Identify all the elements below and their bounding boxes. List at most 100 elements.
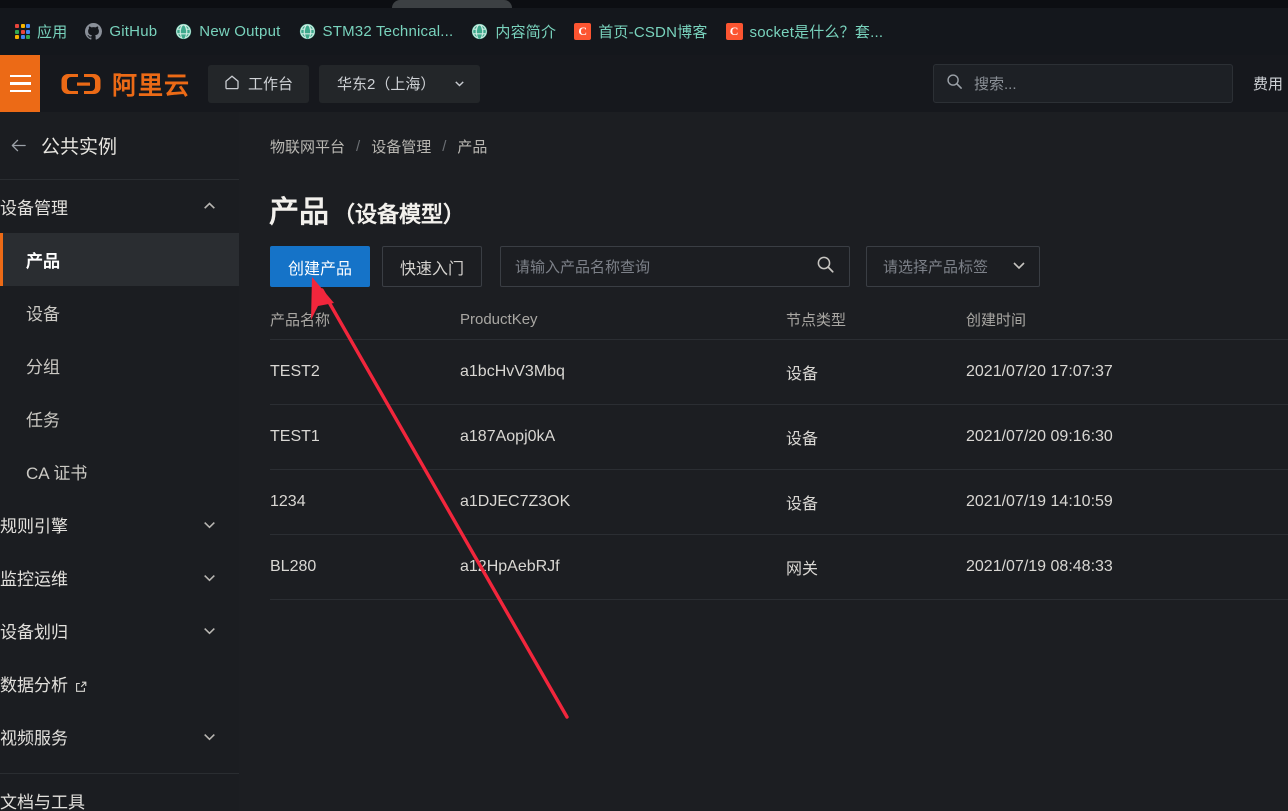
table-row[interactable]: BL280 a12HpAebRJf 网关 2021/07/19 08:48:33 [270,535,1288,600]
product-tag-placeholder: 请选择产品标签 [883,259,989,276]
cell-product-name[interactable]: 1234 [270,493,460,511]
sidebar-group-label: 文档与工具 [0,793,85,811]
cell-created-time: 2021/07/20 09:16:30 [966,428,1113,445]
sidebar-item-label: 产品 [26,252,60,271]
bookmark-content-intro[interactable]: 内容简介 [462,17,565,47]
sidebar-item-label: CA 证书 [26,464,88,483]
table-row[interactable]: TEST1 a187Aopj0kA 设备 2021/07/20 09:16:30 [270,405,1288,470]
sidebar-group-device-management[interactable]: 设备管理 [0,180,239,233]
cell-product-key: a12HpAebRJf [460,558,560,575]
sidebar-group-device-allocation[interactable]: 设备划归 [0,604,239,657]
bookmark-csdn-home[interactable]: C 首页-CSDN博客 [565,17,716,47]
sidebar-group-data-analysis[interactable]: 数据分析 [0,657,239,710]
bookmark-label: GitHub [109,23,158,40]
bookmark-apps[interactable]: 应用 [6,17,76,47]
aliyun-logo-mark [60,71,106,97]
table-row[interactable]: 1234 a1DJEC7Z3OK 设备 2021/07/19 14:10:59 [270,470,1288,535]
aliyun-logo[interactable]: 阿里云 [60,66,190,102]
workbench-label: 工作台 [248,76,294,93]
external-link-icon [75,678,87,692]
product-search-input[interactable]: 请输入产品名称查询 [500,246,850,287]
sidebar-group-docs-and-tools[interactable]: 文档与工具 [0,774,239,811]
breadcrumb-item-iot-platform[interactable]: 物联网平台 [270,136,345,157]
cell-product-key: a1DJEC7Z3OK [460,493,571,510]
cell-product-key: a1bcHvV3Mbq [460,363,565,380]
browser-tab[interactable] [392,0,512,8]
sidebar-item-products[interactable]: 产品 [0,233,239,286]
chevron-down-icon [453,77,466,90]
region-label: 华东2（上海） [337,76,436,93]
arrow-left-icon [10,137,27,154]
sidebar-item-label: 任务 [26,411,60,430]
create-product-button[interactable]: 创建产品 [270,246,370,287]
breadcrumb-separator: / [442,138,447,155]
globe-icon [299,23,316,40]
bookmark-label: STM32 Technical... [322,23,454,40]
sidebar: 公共实例 设备管理 产品 设备 分组 任务 CA 证书 规则引擎 监控运维 设备… [0,112,239,811]
search-icon[interactable] [816,255,835,278]
csdn-icon: C [574,23,592,40]
table-header-row: 产品名称 ProductKey 节点类型 创建时间 [270,300,1288,340]
sidebar-item-label: 分组 [26,358,60,377]
sidebar-group-label: 视频服务 [0,729,68,748]
bookmark-new-output[interactable]: New Output [166,17,289,47]
bookmark-label: 首页-CSDN博客 [598,24,708,41]
region-selector[interactable]: 华东2（上海） [319,64,481,103]
sidebar-group-label: 数据分析 [0,671,217,696]
product-search-placeholder: 请输入产品名称查询 [515,259,651,276]
search-icon [946,73,963,95]
home-icon [224,74,240,94]
cell-node-type: 网关 [786,561,819,578]
fees-menu[interactable]: 费用 [1253,73,1283,94]
sidebar-group-rule-engine[interactable]: 规则引擎 [0,498,239,551]
bookmark-stm32-technical[interactable]: STM32 Technical... [290,17,463,47]
chevron-down-icon [202,570,217,585]
sidebar-back-label: 公共实例 [41,137,118,158]
bookmark-github[interactable]: GitHub [76,17,166,47]
breadcrumb-separator: / [356,138,361,155]
bookmarks-bar: 应用 GitHub New Output STM32 Technical... … [0,8,1288,55]
cell-created-time: 2021/07/20 17:07:37 [966,363,1113,380]
workbench-button[interactable]: 工作台 [208,64,310,103]
bookmark-socket-article[interactable]: C socket是什么？套... [717,17,893,47]
chevron-up-icon [202,199,217,214]
column-header-created-time: 创建时间 [966,312,1027,329]
table-row[interactable]: TEST2 a1bcHvV3Mbq 设备 2021/07/20 17:07:37 [270,340,1288,405]
sidebar-group-label: 规则引擎 [0,517,68,536]
cell-node-type: 设备 [786,496,819,513]
globe-icon [471,23,488,40]
global-search-input[interactable]: 搜索... [974,73,1017,94]
cell-node-type: 设备 [786,431,819,448]
quick-start-button[interactable]: 快速入门 [382,246,482,287]
sidebar-back-public-instance[interactable]: 公共实例 [0,112,239,180]
chevron-down-icon [202,729,217,744]
product-tag-select[interactable]: 请选择产品标签 [866,246,1040,287]
sidebar-item-ca-certificates[interactable]: CA 证书 [0,445,239,498]
breadcrumb-item-products: 产品 [457,139,488,156]
column-header-product-name: 产品名称 [270,312,331,329]
aliyun-logo-text: 阿里云 [112,70,191,100]
sidebar-group-video-service[interactable]: 视频服务 [0,710,239,763]
breadcrumb-item-device-management[interactable]: 设备管理 [371,136,431,157]
column-header-node-type: 节点类型 [786,312,847,329]
hamburger-icon[interactable] [0,55,40,112]
cell-product-name[interactable]: BL280 [270,558,460,576]
sidebar-group-text: 数据分析 [0,676,68,695]
products-toolbar: 创建产品 快速入门 请输入产品名称查询 请选择产品标签 [270,246,1040,287]
page-title-main: 产品 [269,196,329,229]
cell-product-key: a187Aopj0kA [460,428,556,445]
cell-created-time: 2021/07/19 08:48:33 [966,558,1113,575]
csdn-icon: C [725,23,743,40]
cell-product-name[interactable]: TEST2 [270,363,460,381]
sidebar-group-label: 设备划归 [0,623,68,642]
breadcrumb: 物联网平台 / 设备管理 / 产品 [270,136,487,157]
global-search-box[interactable]: 搜索... [933,64,1233,103]
sidebar-group-monitoring-ops[interactable]: 监控运维 [0,551,239,604]
apps-grid-icon [15,24,30,39]
chevron-down-icon [1011,257,1027,277]
column-header-product-key: ProductKey [460,311,538,328]
sidebar-item-devices[interactable]: 设备 [0,286,239,339]
sidebar-item-groups[interactable]: 分组 [0,339,239,392]
sidebar-item-tasks[interactable]: 任务 [0,392,239,445]
cell-product-name[interactable]: TEST1 [270,428,460,446]
